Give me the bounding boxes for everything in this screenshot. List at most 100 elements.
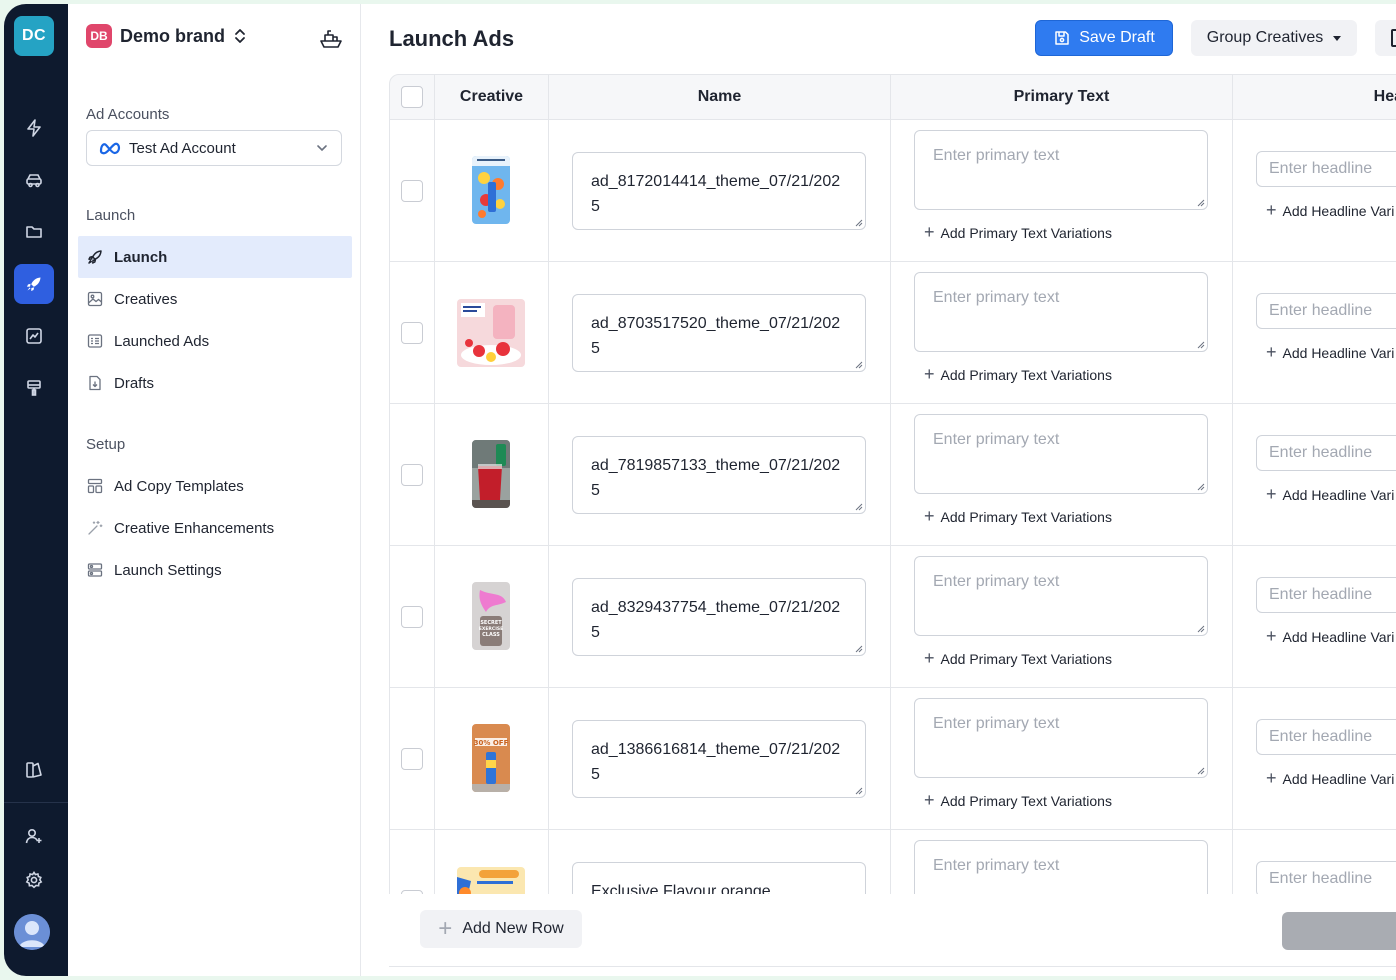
add-primary-text-variations-button[interactable]: + Add Primary Text Variations [924, 506, 1112, 527]
nav-item-ad-copy-templates[interactable]: Ad Copy Templates [78, 465, 352, 507]
ad-name-input[interactable]: Exclusive Flavour orange [572, 862, 866, 894]
add-headline-variations-button[interactable]: + Add Headline Vari [1266, 626, 1394, 647]
add-headline-variations-button[interactable]: + Add Headline Vari [1266, 342, 1394, 363]
creative-thumbnail[interactable]: 30% OFF [472, 724, 510, 792]
add-headline-variations-button[interactable]: + Add Headline Vari [1266, 768, 1394, 789]
settings-list-icon [87, 563, 103, 577]
column-primary-text[interactable]: Primary Text [891, 75, 1233, 119]
column-divider [1232, 546, 1233, 688]
add-new-row-button[interactable]: + Add New Row [420, 910, 582, 948]
app-window: DC DB Demo brand Ad Accounts Test Ad Acc… [4, 4, 1396, 976]
primary-text-input[interactable]: Enter primary text [914, 272, 1208, 352]
headline-input[interactable]: Enter headline [1256, 435, 1396, 471]
resize-handle-icon[interactable] [1196, 766, 1205, 775]
headline-placeholder: Enter headline [1269, 444, 1373, 461]
ad-account-select[interactable]: Test Ad Account [86, 130, 342, 166]
gear-icon[interactable] [14, 860, 54, 900]
column-divider [1232, 120, 1233, 262]
add-primary-text-variations-button[interactable]: + Add Primary Text Variations [924, 222, 1112, 243]
row-checkbox[interactable] [401, 180, 423, 202]
save-icon [1055, 31, 1069, 45]
add-headline-variations-button[interactable]: + Add Headline Vari [1266, 484, 1394, 505]
headline-input[interactable]: Enter headline [1256, 151, 1396, 187]
car-icon[interactable] [14, 160, 54, 200]
resize-handle-icon[interactable] [1196, 340, 1205, 349]
column-creative[interactable]: Creative [435, 75, 549, 119]
ad-name-input[interactable]: ad_7819857133_theme_07/21/2025 [572, 436, 866, 514]
resize-handle-icon[interactable] [854, 360, 863, 369]
nav-item-launched-ads[interactable]: Launched Ads [78, 320, 352, 362]
workspace-logo[interactable]: DC [14, 16, 54, 56]
row-checkbox[interactable] [401, 748, 423, 770]
theme-icon[interactable] [14, 750, 54, 790]
plus-icon: + [1266, 768, 1277, 788]
ad-name-input[interactable]: ad_8329437754_theme_07/21/2025 [572, 578, 866, 656]
lightning-icon[interactable] [14, 108, 54, 148]
primary-text-input[interactable]: Enter primary text [914, 698, 1208, 778]
add-primary-text-label: Add Primary Text Variations [940, 792, 1112, 809]
headline-input[interactable]: Enter headline [1256, 719, 1396, 755]
add-primary-text-variations-button[interactable]: + Add Primary Text Variations [924, 648, 1112, 669]
ad-account-value: Test Ad Account [129, 139, 236, 157]
resize-handle-icon[interactable] [1196, 624, 1205, 633]
add-headline-variations-button[interactable]: + Add Headline Vari [1266, 200, 1394, 221]
more-button[interactable] [1375, 20, 1396, 56]
ship-icon[interactable] [318, 26, 344, 52]
add-primary-text-variations-button[interactable]: + Add Primary Text Variations [924, 364, 1112, 385]
ad-name-input[interactable]: ad_8703517520_theme_07/21/2025 [572, 294, 866, 372]
ad-name-input[interactable]: ad_8172014414_theme_07/21/2025 [572, 152, 866, 230]
resize-handle-icon[interactable] [854, 502, 863, 511]
headline-input[interactable]: Enter headline [1256, 293, 1396, 329]
add-primary-text-variations-button[interactable]: + Add Primary Text Variations [924, 790, 1112, 811]
headline-input[interactable]: Enter headline [1256, 577, 1396, 613]
nav-item-launch[interactable]: Launch [78, 236, 352, 278]
svg-text:30% OFF: 30% OFF [474, 739, 509, 747]
headline-input[interactable]: Enter headline [1256, 861, 1396, 894]
rocket-icon[interactable] [14, 264, 54, 304]
creative-thumbnail[interactable] [457, 867, 525, 894]
user-add-icon[interactable] [14, 816, 54, 856]
primary-text-placeholder: Enter primary text [933, 715, 1060, 732]
ad-name-input[interactable]: ad_1386616814_theme_07/21/2025 [572, 720, 866, 798]
primary-text-input[interactable]: Enter primary text [914, 414, 1208, 494]
creative-thumbnail[interactable] [472, 156, 510, 224]
primary-text-input[interactable]: Enter primary text [914, 556, 1208, 636]
resize-handle-icon[interactable] [1196, 482, 1205, 491]
plus-icon: + [924, 364, 935, 384]
caret-down-icon [1333, 35, 1342, 41]
brand-switcher[interactable]: DB Demo brand [86, 24, 247, 48]
launch-button[interactable] [1282, 912, 1396, 950]
column-headline[interactable]: Hea [1233, 75, 1396, 119]
creative-thumbnail[interactable] [457, 299, 525, 367]
resize-handle-icon[interactable] [854, 644, 863, 653]
folder-icon[interactable] [14, 212, 54, 252]
nav-item-drafts[interactable]: Drafts [78, 362, 352, 404]
column-name[interactable]: Name [549, 75, 891, 119]
paint-roller-icon[interactable] [14, 368, 54, 408]
row-checkbox[interactable] [401, 322, 423, 344]
nav-item-launch-settings[interactable]: Launch Settings [78, 549, 352, 591]
select-all-checkbox[interactable] [401, 86, 423, 108]
resize-handle-icon[interactable] [854, 786, 863, 795]
primary-text-input[interactable]: Enter primary text [914, 130, 1208, 210]
row-checkbox[interactable] [401, 890, 423, 894]
avatar[interactable] [14, 914, 50, 950]
ads-table: Creative Name Primary Text Hea ad_817201… [389, 74, 1396, 894]
nav-item-label: Ad Copy Templates [114, 477, 244, 495]
svg-text:CLASS: CLASS [482, 632, 500, 638]
add-headline-label: Add Headline Vari [1282, 770, 1395, 787]
creative-thumbnail[interactable] [472, 440, 510, 508]
chart-icon[interactable] [14, 316, 54, 356]
table-header: Creative Name Primary Text Hea [389, 74, 1396, 120]
row-checkbox[interactable] [401, 464, 423, 486]
resize-handle-icon[interactable] [1196, 198, 1205, 207]
save-draft-button[interactable]: Save Draft [1035, 20, 1173, 56]
nav-item-creatives[interactable]: Creatives [78, 278, 352, 320]
nav-item-creative-enhancements[interactable]: Creative Enhancements [78, 507, 352, 549]
row-checkbox[interactable] [401, 606, 423, 628]
group-creatives-button[interactable]: Group Creatives [1191, 20, 1357, 56]
resize-handle-icon[interactable] [854, 218, 863, 227]
primary-text-input[interactable]: Enter primary text [914, 840, 1208, 894]
column-divider [890, 546, 891, 688]
creative-thumbnail[interactable]: SECRET EXERCISE CLASS [472, 582, 510, 650]
